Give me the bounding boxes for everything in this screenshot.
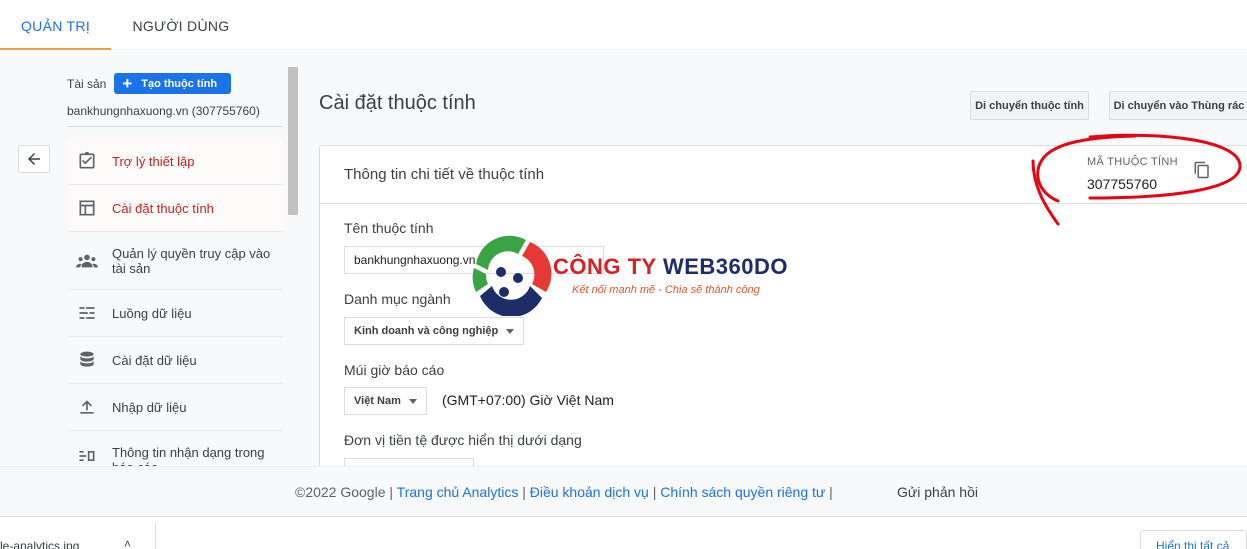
database-icon <box>76 349 98 371</box>
back-button[interactable] <box>18 145 50 173</box>
checklist-icon <box>76 150 98 172</box>
logo-title: CÔNG TY WEB360DO <box>553 254 788 280</box>
create-property-button[interactable]: + Tạo thuộc tính <box>114 73 232 94</box>
page-title: Cài đặt thuộc tính <box>319 92 476 114</box>
sidebar-item-label: Luồng dữ liệu <box>112 305 192 321</box>
sidebar-item-label: Nhập dữ liệu <box>112 399 187 415</box>
upload-icon <box>76 396 98 418</box>
footer-links: ©2022 Google | Trang chủ Analytics | Điề… <box>295 484 833 500</box>
red-annotation-circle <box>1031 133 1242 226</box>
sidebar-item-label: Quản lý quyền truy cập vào tài sản <box>112 245 271 276</box>
card-title: Thông tin chi tiết về thuộc tính <box>344 166 545 183</box>
tab-users[interactable]: NGƯỜI DÙNG <box>122 0 240 50</box>
sidebar-item-access-management[interactable]: Quản lý quyền truy cập vào tài sản <box>68 232 283 290</box>
sidebar-item-data-streams[interactable]: Luồng dữ liệu <box>68 290 283 337</box>
industry-select[interactable]: Kinh doanh và công nghiệp <box>344 317 525 345</box>
currency-select[interactable] <box>344 458 474 466</box>
terms-link[interactable]: Điều khoản dịch vụ <box>530 484 649 500</box>
industry-label: Danh mục ngành <box>344 291 451 307</box>
sidebar-item-label: Cài đặt thuộc tính <box>112 200 214 216</box>
property-header: Tài sản + Tạo thuộc tính <box>67 73 232 94</box>
sidebar-item-label: Cài đặt dữ liệu <box>112 352 197 368</box>
data-streams-icon <box>76 302 98 324</box>
timezone-country-select[interactable]: Việt Nam <box>344 387 427 415</box>
download-file-name[interactable]: le-analytics.jpg <box>0 539 79 549</box>
sidebar-item-label: Thông tin nhận dạng trong báo cáo <box>112 445 265 466</box>
property-label: Tài sản <box>67 76 107 91</box>
sidebar-item-setup-assistant[interactable]: Trợ lý thiết lập <box>68 138 283 185</box>
move-property-button[interactable]: Di chuyển thuộc tính <box>970 91 1089 120</box>
caret-down-icon <box>408 398 417 404</box>
currency-label: Đơn vị tiền tệ được hiển thị dưới dạng <box>344 432 582 448</box>
download-bar: le-analytics.jpg ˄ Hiển thị tất cả <box>0 516 1247 549</box>
sidebar-item-data-import[interactable]: Nhập dữ liệu <box>68 384 283 431</box>
caret-down-icon <box>506 328 515 334</box>
property-sidebar: Tài sản + Tạo thuộc tính bankhungnhaxuon… <box>58 51 284 466</box>
privacy-link[interactable]: Chính sách quyền riêng tư <box>660 484 825 500</box>
timezone-country-value: Việt Nam <box>354 395 401 407</box>
move-to-trash-button[interactable]: Di chuyển vào Thùng rác <box>1109 91 1247 120</box>
sidebar-scrollbar[interactable] <box>288 67 298 215</box>
sidebar-item-data-settings[interactable]: Cài đặt dữ liệu <box>68 337 283 384</box>
sidebar-item-reporting-identity[interactable]: Thông tin nhận dạng trong báo cáo <box>68 431 283 466</box>
timezone-label: Múi giờ báo cáo <box>344 362 445 378</box>
industry-select-value: Kinh doanh và công nghiệp <box>354 325 499 337</box>
tab-admin[interactable]: QUẢN TRỊ <box>0 0 111 50</box>
logo-subtitle: Kết nối mạnh mẽ - Chia sẽ thành công <box>572 284 760 296</box>
page-footer: ©2022 Google | Trang chủ Analytics | Điề… <box>0 466 1247 516</box>
plus-icon: + <box>122 74 133 93</box>
show-all-downloads-button[interactable]: Hiển thị tất cả <box>1140 530 1247 549</box>
download-separator <box>155 523 156 549</box>
timezone-value: (GMT+07:00) Giờ Việt Nam <box>442 392 614 408</box>
sidebar-item-label: Trợ lý thiết lập <box>112 153 195 169</box>
arrow-left-icon <box>28 153 40 165</box>
property-name-label: Tên thuộc tính <box>344 220 434 236</box>
company-logo <box>472 235 552 316</box>
logo-title-blue: WEB360DO <box>662 254 788 279</box>
people-icon <box>76 250 98 272</box>
reporting-identity-icon <box>76 445 98 466</box>
sidebar-item-property-settings[interactable]: Cài đặt thuộc tính <box>68 185 283 232</box>
feedback-link[interactable]: Gửi phản hồi <box>897 484 978 500</box>
sidebar-divider <box>67 126 283 127</box>
copyright-text: ©2022 Google <box>295 484 386 500</box>
logo-title-red: CÔNG TY <box>553 254 663 279</box>
chevron-up-icon[interactable]: ˄ <box>124 537 131 549</box>
create-property-label: Tạo thuộc tính <box>141 77 218 90</box>
analytics-home-link[interactable]: Trang chủ Analytics <box>397 484 519 500</box>
property-selector[interactable]: bankhungnhaxuong.vn (307755760) <box>67 104 260 118</box>
top-tab-bar: QUẢN TRỊ NGƯỜI DÙNG <box>0 0 1247 50</box>
property-settings-icon <box>76 197 98 219</box>
